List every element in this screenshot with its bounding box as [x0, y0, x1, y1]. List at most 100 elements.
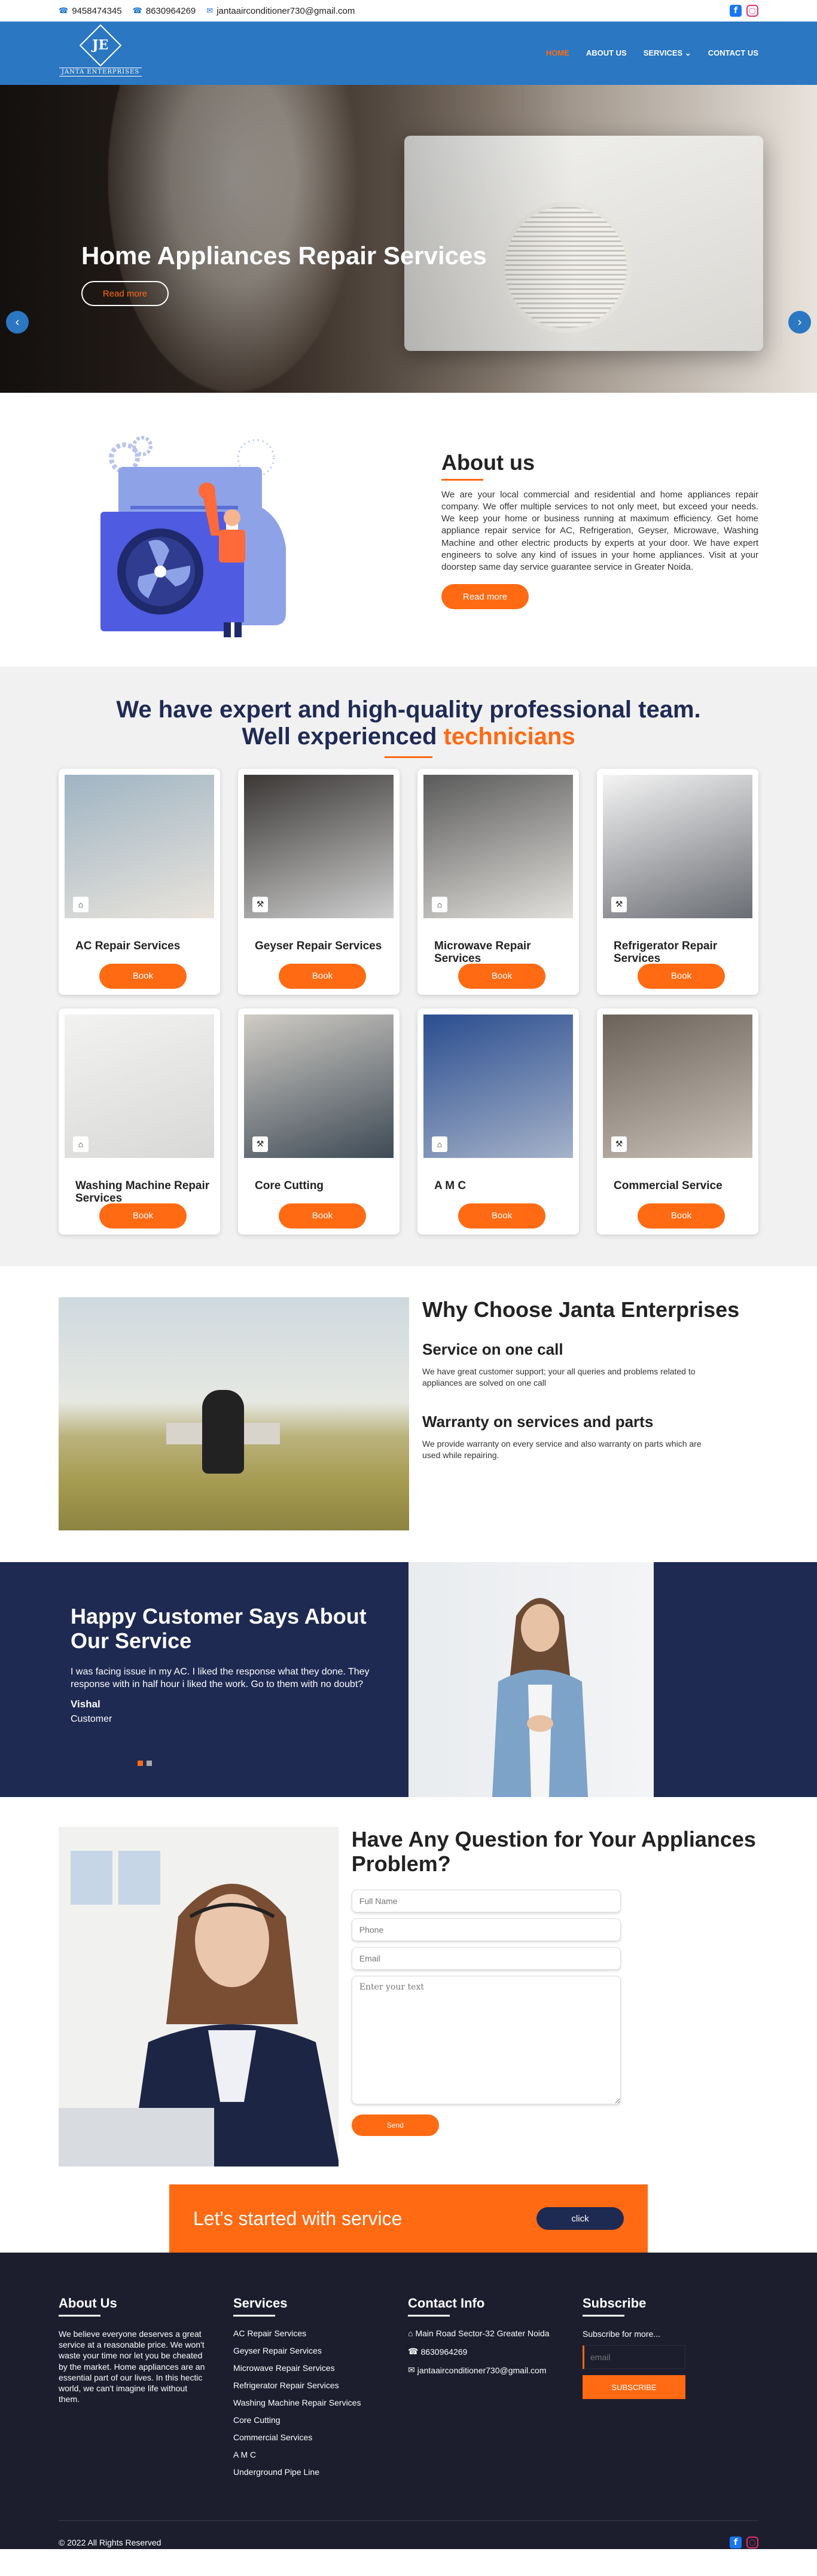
toolbox-icon: ⚒	[611, 896, 627, 912]
subscribe-button[interactable]: SUBSCRIBE	[583, 2375, 685, 2400]
service-card: ⚒ Refrigerator Repair Services Book	[597, 768, 758, 995]
why-section: Why Choose Janta Enterprises Service on …	[0, 1266, 817, 1562]
footer-service-link[interactable]: Commercial Services	[233, 2433, 408, 2442]
service-image: ⚒	[244, 1014, 394, 1158]
home-icon: ⌂	[73, 896, 89, 912]
instagram-icon[interactable]: ◯	[746, 2537, 758, 2549]
book-button[interactable]: Book	[279, 963, 366, 989]
why-image	[59, 1297, 409, 1530]
instagram-icon[interactable]: ◯	[746, 5, 758, 17]
book-button[interactable]: Book	[279, 1203, 366, 1229]
testimonial-title: Happy Customer Says About Our Service	[71, 1604, 367, 1654]
why-item-title: Warranty on services and parts	[422, 1412, 654, 1431]
book-button[interactable]: Book	[99, 963, 187, 989]
message-textarea[interactable]	[351, 1975, 621, 2104]
service-image: ⚒	[603, 774, 752, 918]
home-icon: ⌂	[73, 1136, 89, 1152]
main-menu: HOME ABOUT US SERVICES ⌄ CONTACT US	[546, 48, 758, 58]
fullname-input[interactable]	[351, 1889, 621, 1912]
facebook-icon[interactable]: f	[730, 5, 742, 17]
about-divider	[441, 478, 483, 481]
service-card: ⚒ Core Cutting Book	[238, 1008, 400, 1234]
book-button[interactable]: Book	[638, 963, 725, 989]
footer-service-link[interactable]: Microwave Repair Services	[233, 2363, 408, 2373]
service-image: ⚒	[603, 1014, 752, 1158]
hero-slider: Home Appliances Repair Services Read mor…	[0, 85, 817, 393]
book-button[interactable]: Book	[99, 1203, 187, 1229]
mail-icon: ✉	[408, 2365, 415, 2375]
contact-title: Have Any Question for Your Appliances Pr…	[351, 1827, 756, 1877]
about-section: About us We are your local commercial an…	[0, 393, 817, 667]
footer-about-title: About Us	[59, 2296, 117, 2311]
about-title: About us	[441, 450, 535, 475]
phone-icon: ☎	[59, 6, 69, 15]
service-card: ⚒ Commercial Service Book	[597, 1008, 758, 1234]
footer-services-title: Services	[233, 2296, 288, 2311]
send-button[interactable]: Send	[351, 2114, 439, 2136]
footer-services-list: AC Repair Services Geyser Repair Service…	[233, 2329, 408, 2477]
footer-about-text: We believe everyone deserves a great ser…	[59, 2329, 205, 2404]
service-image: ⌂	[65, 1014, 214, 1158]
service-image: ⚒	[244, 774, 394, 918]
slider-dot[interactable]	[147, 1761, 152, 1766]
slider-prev-icon[interactable]: ‹	[6, 311, 29, 334]
service-card: ⌂ Washing Machine Repair Services Book	[59, 1008, 220, 1234]
book-button[interactable]: Book	[458, 963, 545, 989]
subscribe-email-input[interactable]	[583, 2345, 685, 2370]
service-card: ⌂ A M C Book	[417, 1008, 579, 1234]
testimonial-image	[408, 1562, 817, 1797]
footer-address: ⌂ Main Road Sector-32 Greater Noida	[408, 2329, 550, 2338]
book-button[interactable]: Book	[638, 1203, 725, 1229]
home-icon: ⌂	[432, 896, 447, 912]
footer: About Us We believe everyone deserves a …	[0, 2253, 817, 2549]
nav-home[interactable]: HOME	[546, 48, 569, 58]
services-title: We have expert and high-quality professi…	[116, 696, 701, 750]
service-grid: ⌂ AC Repair Services Book ⚒ Geyser Repai…	[59, 768, 758, 1234]
footer-service-link[interactable]: Refrigerator Repair Services	[233, 2381, 408, 2390]
phone-input[interactable]	[351, 1918, 621, 1941]
contact-image	[59, 1827, 339, 2166]
footer-service-link[interactable]: Underground Pipe Line	[233, 2467, 408, 2477]
footer-service-link[interactable]: Geyser Repair Services	[233, 2346, 408, 2355]
book-button[interactable]: Book	[458, 1203, 545, 1229]
phone-icon: ☎	[408, 2346, 419, 2356]
footer-phone[interactable]: ☎ 8630964269	[408, 2346, 583, 2357]
footer-service-link[interactable]: A M C	[233, 2450, 408, 2459]
footer-subscribe-text: Subscribe for more...	[583, 2329, 660, 2339]
testimonial-section: Happy Customer Says About Our Service I …	[0, 1562, 817, 1797]
topbar-phone1[interactable]: ☎ 9458474345	[59, 6, 122, 16]
services-divider	[385, 756, 432, 758]
service-image: ⌂	[423, 774, 573, 918]
service-image: ⌂	[423, 1014, 573, 1158]
logo[interactable]: JE JANTA ENTERPRISES	[59, 24, 142, 80]
navbar: JE JANTA ENTERPRISES HOME ABOUT US SERVI…	[0, 22, 817, 85]
hero-read-more-button[interactable]: Read more	[81, 281, 169, 306]
testimonial-quote: I was facing issue in my AC. I liked the…	[71, 1666, 370, 1690]
about-read-more-button[interactable]: Read more	[441, 584, 529, 610]
toolbox-icon: ⚒	[611, 1136, 627, 1152]
footer-service-link[interactable]: AC Repair Services	[233, 2329, 408, 2338]
slider-next-icon[interactable]: ›	[788, 311, 811, 334]
nav-services[interactable]: SERVICES ⌄	[644, 48, 691, 58]
nav-about[interactable]: ABOUT US	[586, 48, 627, 58]
why-item-text: We provide warranty on every service and…	[422, 1438, 702, 1460]
contact-section: Have Any Question for Your Appliances Pr…	[0, 1797, 817, 2184]
facebook-icon[interactable]: f	[730, 2537, 742, 2549]
top-bar: ☎ 9458474345 ☎ 8630964269 ✉ jantaairconditi…	[0, 0, 817, 22]
slider-dot-active[interactable]	[138, 1761, 143, 1766]
footer-service-link[interactable]: Core Cutting	[233, 2415, 408, 2425]
footer-service-link[interactable]: Washing Machine Repair Services	[233, 2398, 408, 2407]
why-title: Why Choose Janta Enterprises	[422, 1297, 740, 1322]
nav-contact[interactable]: CONTACT US	[708, 48, 758, 58]
home-icon: ⌂	[432, 1136, 447, 1152]
cta-click-button[interactable]: click	[536, 2207, 624, 2230]
topbar-phone2[interactable]: ☎ 8630964269	[133, 6, 196, 16]
testimonial-author: Vishal	[71, 1698, 100, 1710]
topbar-email[interactable]: ✉ jantaairconditioner730@gmail.com	[206, 6, 355, 16]
service-card: ⚒ Geyser Repair Services Book	[238, 768, 400, 995]
service-card: ⌂ AC Repair Services Book	[59, 768, 220, 995]
email-input[interactable]	[351, 1946, 621, 1970]
footer-email[interactable]: ✉ jantaairconditioner730@gmail.com	[408, 2365, 583, 2375]
footer-contact-title: Contact Info	[408, 2296, 485, 2311]
testimonial-role: Customer	[71, 1713, 112, 1724]
